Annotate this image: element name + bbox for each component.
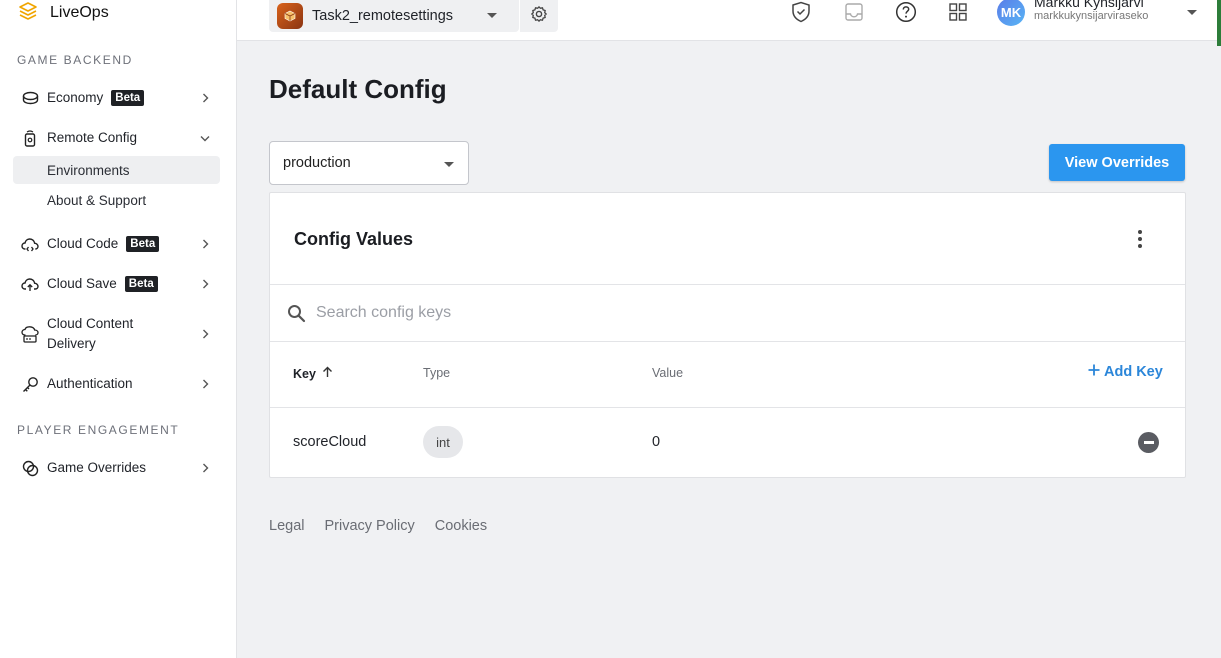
project-selector[interactable]: Task2_remotesettings [269, 0, 519, 32]
divider [270, 407, 1185, 408]
chevron-down-icon [200, 133, 210, 143]
type-chip: int [423, 426, 463, 458]
search-icon [286, 303, 306, 323]
caret-down-icon [1187, 10, 1197, 15]
sidebar-item-cloud-code[interactable]: Cloud Code Beta [13, 234, 220, 254]
section-title-player-engagement: PLAYER ENGAGEMENT [17, 423, 180, 437]
sidebar-item-label: Economy [47, 90, 104, 105]
project-icon [277, 3, 303, 29]
environment-select[interactable]: production [269, 141, 469, 185]
sidebar-item-cloud-content-delivery[interactable]: Cloud Content Delivery [13, 314, 220, 354]
shield-check-icon [791, 1, 811, 28]
section-title-game-backend: GAME BACKEND [17, 53, 133, 67]
page-title: Default Config [269, 74, 447, 104]
sidebar-item-economy[interactable]: Economy Beta [13, 88, 220, 108]
inbox-button[interactable] [842, 2, 866, 26]
divider [270, 341, 1185, 342]
liveops-logo-icon [18, 1, 38, 26]
view-overrides-button[interactable]: View Overrides [1049, 144, 1185, 181]
sidebar-subitem-environments[interactable]: Environments [13, 156, 220, 184]
scrollbar-edge [1217, 0, 1221, 46]
sidebar-item-authentication[interactable]: Authentication [13, 374, 220, 394]
cell-value: 0 [652, 434, 661, 450]
card-title: Config Values [294, 229, 414, 249]
chevron-right-icon [200, 279, 210, 289]
chevron-right-icon [200, 379, 210, 389]
sidebar-item-label: Authentication [47, 376, 133, 391]
sidebar: LiveOps GAME BACKEND Economy Beta Remote… [0, 0, 237, 658]
footer: Legal Privacy Policy Cookies [269, 518, 487, 534]
more-vertical-icon [1138, 230, 1142, 234]
caret-down-icon [487, 13, 497, 18]
coin-icon [21, 89, 39, 107]
search-input[interactable] [316, 304, 916, 322]
remove-row-button[interactable] [1138, 432, 1159, 453]
shield-check-button[interactable] [789, 1, 813, 28]
sidebar-item-game-overrides[interactable]: Game Overrides [13, 458, 220, 478]
sidebar-item-label: Remote Config [47, 130, 138, 145]
minus-icon [1143, 441, 1154, 444]
user-info: Markku Kynsijärvi markkukynsijarviraseko [1034, 0, 1148, 23]
search-bar [270, 285, 1185, 341]
sidebar-item-label: Game Overrides [47, 460, 147, 475]
chevron-right-icon [200, 93, 210, 103]
beta-badge: Beta [126, 236, 160, 252]
caret-down-icon [444, 162, 454, 167]
user-menu[interactable]: MK Markku Kynsijärvi markkukynsijarviras… [997, 0, 1197, 30]
chevron-right-icon [200, 329, 210, 339]
game-overrides-icon [21, 459, 39, 477]
inbox-icon [844, 2, 864, 27]
add-key-button[interactable]: Add Key [1088, 364, 1163, 380]
plus-icon [1088, 364, 1100, 380]
remote-config-icon [21, 129, 39, 147]
top-bar: Task2_remotesettings MK Markku Kynsijärv… [237, 0, 1221, 41]
sidebar-item-remote-config[interactable]: Remote Config [13, 128, 220, 148]
beta-badge: Beta [111, 90, 145, 106]
sidebar-item-label: Cloud Save [47, 276, 117, 291]
add-key-label: Add Key [1104, 364, 1163, 380]
brand-name: LiveOps [50, 4, 109, 21]
project-settings-button[interactable] [520, 0, 558, 32]
config-values-card: Config Values Key Type Value Add Key sco… [269, 192, 1186, 478]
column-header-label: Key [293, 366, 316, 381]
cloud-content-icon [21, 325, 39, 343]
sidebar-item-label: Cloud Code [47, 236, 119, 251]
chevron-right-icon [200, 463, 210, 473]
footer-link-privacy-policy[interactable]: Privacy Policy [324, 518, 414, 534]
help-icon [895, 1, 917, 28]
user-name: Markku Kynsijärvi [1034, 0, 1144, 10]
more-options-button[interactable] [1132, 227, 1148, 251]
sidebar-item-cloud-save[interactable]: Cloud Save Beta [13, 274, 220, 294]
footer-link-legal[interactable]: Legal [269, 518, 304, 534]
sidebar-item-label: Cloud Content Delivery [47, 316, 134, 351]
footer-link-cookies[interactable]: Cookies [435, 518, 487, 534]
key-icon [21, 375, 39, 393]
brand[interactable]: LiveOps [18, 1, 109, 26]
cloud-save-icon [21, 275, 39, 293]
chevron-right-icon [200, 239, 210, 249]
user-email: markkukynsijarviraseko [1034, 10, 1149, 22]
cell-key: scoreCloud [293, 434, 367, 450]
beta-badge: Beta [124, 276, 158, 292]
apps-button[interactable] [946, 2, 970, 26]
arrow-up-icon [322, 366, 333, 381]
column-header-value: Value [652, 366, 684, 380]
gear-icon [530, 5, 548, 28]
cloud-code-icon [21, 235, 39, 253]
help-button[interactable] [894, 1, 918, 28]
project-name: Task2_remotesettings [312, 8, 454, 24]
sidebar-subitem-about-support[interactable]: About & Support [13, 186, 220, 214]
column-header-key[interactable]: Key [293, 366, 333, 381]
grid-icon [948, 2, 968, 27]
column-header-type: Type [423, 366, 451, 380]
environment-value: production [283, 155, 351, 171]
avatar: MK [997, 0, 1025, 26]
